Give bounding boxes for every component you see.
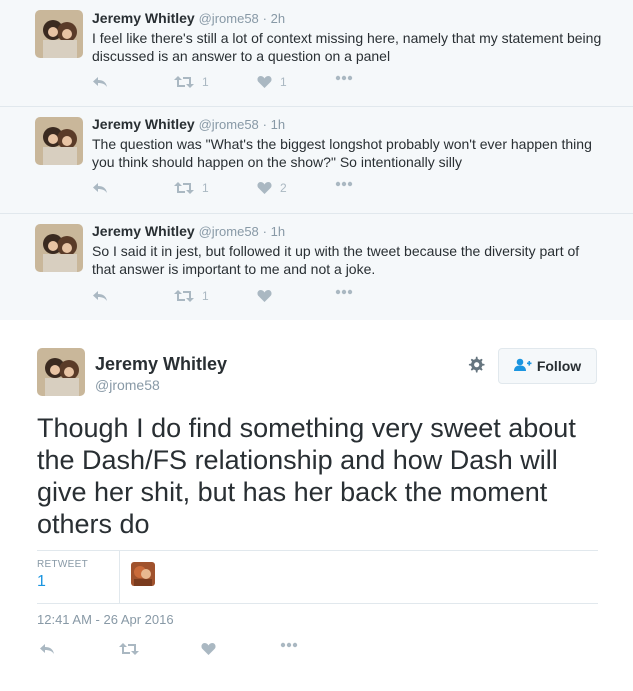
permalink-tweet: Jeremy Whitley @jrome58 Follow Though I … — [0, 320, 633, 691]
tweet-actions: 1 1 — [92, 75, 392, 95]
retweet-button[interactable]: 1 — [174, 181, 209, 195]
retweet-icon — [174, 181, 194, 195]
tweet-timestamp[interactable]: 12:41 AM - 26 Apr 2016 — [37, 612, 174, 627]
avatar[interactable] — [37, 348, 85, 396]
retweet-count: 1 — [202, 289, 209, 303]
like-button[interactable]: 1 — [257, 75, 287, 89]
more-icon — [335, 75, 353, 81]
retweeter-avatar[interactable] — [131, 562, 155, 586]
tweet-actions — [37, 642, 337, 662]
author-handle[interactable]: @jrome58 — [199, 11, 259, 26]
more-button[interactable] — [335, 75, 353, 81]
like-count: 2 — [280, 181, 287, 195]
like-count: 1 — [280, 75, 287, 89]
author-name[interactable]: Jeremy Whitley — [95, 354, 227, 375]
follow-label: Follow — [536, 358, 582, 374]
more-icon — [335, 181, 353, 187]
tweet-text: I feel like there's still a lot of conte… — [92, 30, 602, 64]
avatar[interactable] — [35, 224, 83, 272]
more-icon — [335, 289, 353, 295]
retweet-button[interactable] — [119, 642, 139, 656]
reply-icon — [92, 181, 108, 195]
author-name[interactable]: Jeremy Whitley — [92, 223, 195, 239]
reply-button[interactable] — [92, 289, 108, 303]
more-icon — [280, 642, 298, 648]
reply-tweet[interactable]: Jeremy Whitley @jrome58 · 1h The questio… — [0, 107, 633, 214]
retweet-icon — [174, 75, 194, 89]
like-button[interactable] — [201, 642, 216, 656]
heart-icon — [201, 642, 216, 656]
reply-icon — [92, 289, 108, 303]
reply-button[interactable] — [92, 75, 108, 89]
conversation-context: Jeremy Whitley @jrome58 · 2h I feel like… — [0, 0, 633, 320]
tweet-actions: 1 — [92, 289, 392, 309]
more-button[interactable] — [335, 181, 353, 187]
tweet-text: Though I do find something very sweet ab… — [37, 413, 576, 539]
retweet-count: 1 — [202, 75, 209, 89]
author-handle[interactable]: @jrome58 — [199, 224, 259, 239]
avatar[interactable] — [35, 10, 83, 58]
tweet-header: Jeremy Whitley @jrome58 · 1h — [92, 116, 285, 132]
reply-button[interactable] — [92, 181, 108, 195]
stat-divider — [119, 551, 120, 604]
retweet-icon — [174, 289, 194, 303]
author-name[interactable]: Jeremy Whitley — [92, 116, 195, 132]
author-handle[interactable]: @jrome58 — [95, 377, 160, 393]
tweet-text: So I said it in jest, but followed it up… — [92, 243, 580, 277]
retweet-count: 1 — [202, 181, 209, 195]
retweet-stat-count[interactable]: 1 — [37, 573, 46, 591]
reply-tweet[interactable]: Jeremy Whitley @jrome58 · 1h So I said i… — [0, 214, 633, 320]
like-button[interactable] — [257, 289, 280, 303]
tweet-text: The question was "What's the biggest lon… — [92, 136, 592, 170]
retweet-button[interactable]: 1 — [174, 289, 209, 303]
retweet-stat-label: RETWEET — [37, 559, 88, 570]
reply-icon — [92, 75, 108, 89]
avatar[interactable] — [35, 117, 83, 165]
tweet-time[interactable]: · 1h — [263, 224, 285, 239]
author-name[interactable]: Jeremy Whitley — [92, 10, 195, 26]
like-button[interactable]: 2 — [257, 181, 287, 195]
gear-button[interactable] — [467, 356, 485, 379]
retweet-icon — [119, 642, 139, 656]
tweet-header: Jeremy Whitley @jrome58 · 1h — [92, 223, 285, 239]
follow-user-icon — [513, 358, 537, 375]
reply-icon — [39, 642, 55, 656]
heart-icon — [257, 289, 272, 303]
tweet-time[interactable]: · 1h — [263, 117, 285, 132]
tweet-header: Jeremy Whitley @jrome58 · 2h — [92, 10, 285, 26]
tweet-time[interactable]: · 2h — [263, 11, 285, 26]
author-handle[interactable]: @jrome58 — [199, 117, 259, 132]
heart-icon — [257, 75, 272, 89]
retweet-button[interactable]: 1 — [174, 75, 209, 89]
reply-tweet[interactable]: Jeremy Whitley @jrome58 · 2h I feel like… — [0, 0, 633, 107]
gear-icon — [467, 356, 485, 378]
tweet-stats: RETWEET 1 — [37, 550, 598, 604]
tweet-actions: 1 2 — [92, 181, 392, 201]
follow-button[interactable]: Follow — [498, 348, 597, 384]
reply-button[interactable] — [39, 642, 55, 656]
more-button[interactable] — [335, 289, 353, 295]
heart-icon — [257, 181, 272, 195]
more-button[interactable] — [280, 642, 298, 648]
